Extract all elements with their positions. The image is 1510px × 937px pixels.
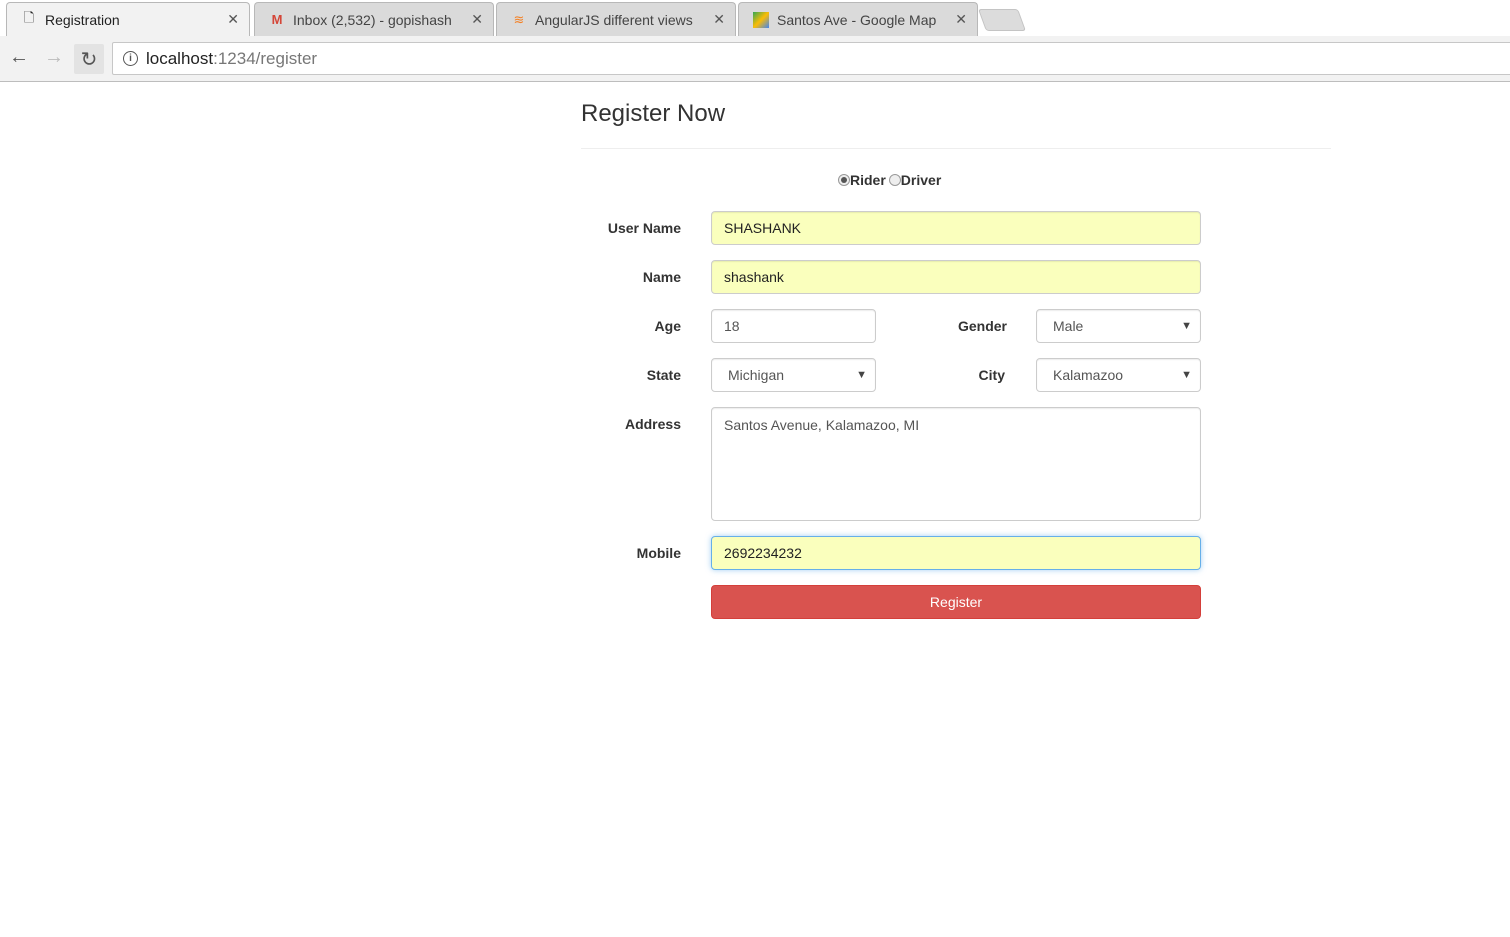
address-bar[interactable]: i localhost:1234/register [112,42,1510,75]
register-button[interactable]: Register [711,585,1201,619]
state-label: State [646,367,681,383]
city-label: City [978,367,1005,383]
close-tab-icon[interactable]: ✕ [471,11,483,28]
back-icon[interactable]: ← [9,46,29,69]
gender-label: Gender [957,318,1007,334]
browser-toolbar: ← → ↻ i localhost:1234/register [0,36,1510,82]
new-tab-button[interactable] [977,9,1027,31]
forward-icon[interactable]: → [44,46,64,69]
reload-icon[interactable]: ↻ [74,44,104,74]
dropdown-arrow-icon: ▼ [856,369,867,381]
address-textarea[interactable]: Santos Avenue, Kalamazoo, MI [711,407,1201,521]
dropdown-arrow-icon: ▼ [1181,369,1192,381]
tab-angularjs[interactable]: ≋ AngularJS different views ✕ [496,2,736,36]
rider-radio[interactable] [838,174,850,186]
tab-maps[interactable]: Santos Ave - Google Map ✕ [738,2,978,36]
close-tab-icon[interactable]: ✕ [713,11,725,28]
mobile-label: Mobile [636,545,681,561]
name-label: Name [642,269,681,285]
tab-bar: 🗋 Registration ✕ M Inbox (2,532) - gopishas… [0,0,1510,36]
username-label: User Name [607,220,681,236]
stackoverflow-icon: ≋ [513,11,525,27]
age-input[interactable]: 18 [711,309,876,343]
mobile-input[interactable]: 2692234232 [711,536,1201,570]
city-select[interactable]: Kalamazoo ▼ [1036,358,1201,392]
close-tab-icon[interactable]: ✕ [227,11,239,28]
tab-registration[interactable]: 🗋 Registration ✕ [6,2,250,36]
divider [581,148,1331,149]
role-radio-group: Rider Driver [838,172,941,188]
name-input[interactable]: shashank [711,260,1201,294]
close-tab-icon[interactable]: ✕ [955,11,967,28]
info-icon[interactable]: i [123,51,138,66]
state-select[interactable]: Michigan ▼ [711,358,876,392]
username-input[interactable]: SHASHANK [711,211,1201,245]
gmail-icon: M [271,12,283,27]
page-icon: 🗋 [23,9,35,25]
page-title: Register Now [581,100,726,127]
tab-inbox[interactable]: M Inbox (2,532) - gopishash ✕ [254,2,494,36]
dropdown-arrow-icon: ▼ [1181,320,1192,332]
address-label: Address [624,416,681,432]
gender-select[interactable]: Male ▼ [1036,309,1201,343]
driver-radio[interactable] [888,174,901,186]
age-label: Age [654,318,681,334]
maps-icon [753,11,769,28]
